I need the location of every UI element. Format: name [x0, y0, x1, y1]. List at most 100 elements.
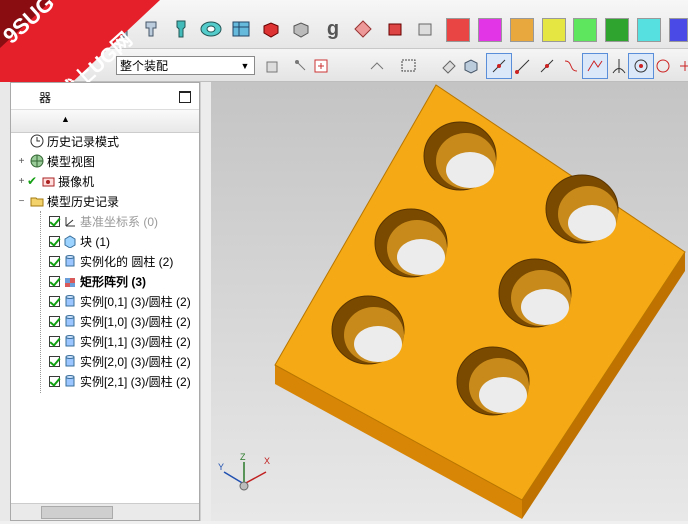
tree-row-content: 块 (1) — [49, 233, 110, 250]
clock-icon — [30, 134, 44, 148]
tree-row-content: 实例[2,1] (3)/圆柱 (2) — [49, 373, 191, 390]
line-icon[interactable] — [510, 53, 536, 79]
cube-icon[interactable] — [458, 53, 484, 79]
cylinder-icon — [63, 374, 77, 388]
point-snap-icon[interactable] — [486, 53, 512, 79]
tree-row-label: 模型历史记录 — [47, 194, 120, 209]
tree-row[interactable]: + 模型视图 — [11, 151, 199, 171]
expand-icon[interactable]: + — [17, 156, 26, 167]
visibility-checkbox[interactable] — [49, 215, 60, 227]
chevron-down-icon[interactable]: ▼ — [238, 57, 252, 74]
hole[interactable] — [374, 208, 448, 278]
tree-row-label: 实例化的 圆柱 (2) — [80, 254, 174, 269]
tree-row-label: 历史记录模式 — [47, 134, 120, 149]
tree-row-content: 实例[0,1] (3)/圆柱 (2) — [49, 293, 191, 310]
pocket-icon[interactable] — [168, 16, 194, 42]
hole[interactable] — [331, 295, 405, 365]
expand-icon[interactable]: + — [17, 176, 26, 187]
triad-y-label: Y — [218, 462, 224, 472]
selection-point-icon[interactable] — [308, 53, 334, 79]
groove-icon[interactable] — [198, 16, 224, 42]
rect-array-icon — [63, 274, 77, 288]
tree-row-label: 实例[1,0] (3)/圆柱 (2) — [80, 314, 191, 329]
cylinder-icon — [63, 354, 77, 368]
visibility-checkbox[interactable] — [49, 315, 60, 327]
tree-row-label: 实例[1,1] (3)/圆柱 (2) — [80, 334, 191, 349]
hole[interactable] — [498, 258, 572, 328]
tree-row-label: 摄像机 — [58, 174, 95, 189]
g-icon[interactable]: g — [320, 16, 346, 42]
visibility-checkbox[interactable] — [49, 335, 60, 347]
tree-row-label: 实例[2,0] (3)/圆柱 (2) — [80, 354, 191, 369]
tree-row-label: 实例[0,1] (3)/圆柱 (2) — [80, 294, 191, 309]
visibility-checkbox[interactable] — [49, 355, 60, 367]
cylinder-icon — [63, 294, 77, 308]
color-swatch-orange[interactable] — [510, 18, 534, 42]
red-box-icon[interactable] — [382, 16, 408, 42]
triad-x-label: X — [264, 456, 270, 466]
color-swatch-magenta[interactable] — [478, 18, 502, 42]
intersection-icon[interactable] — [582, 53, 608, 79]
color-swatch-cyan[interactable] — [637, 18, 661, 42]
tree-row-label: 块 (1) — [80, 234, 111, 249]
link-icon[interactable] — [364, 53, 390, 79]
filter-icon[interactable] — [260, 53, 286, 79]
color-swatch-red[interactable] — [446, 18, 470, 42]
tree-row[interactable]: − 模型历史记录 — [11, 191, 199, 211]
horizontal-scrollbar[interactable] — [11, 503, 199, 520]
hole[interactable] — [456, 346, 530, 416]
cylinder-icon — [63, 314, 77, 328]
checkmark-icon: ✔ — [27, 174, 38, 188]
triad-z-label: Z — [240, 452, 246, 462]
transparent-box-icon[interactable] — [412, 16, 438, 42]
scrollbar-thumb[interactable] — [41, 506, 113, 519]
tree-row-content: 实例[1,1] (3)/圆柱 (2) — [49, 333, 191, 350]
datum-csys-icon — [63, 214, 77, 228]
midpoint-icon[interactable] — [534, 53, 560, 79]
camera-icon — [41, 174, 55, 188]
visibility-checkbox[interactable] — [49, 275, 60, 287]
hole[interactable] — [423, 121, 497, 191]
collapse-icon[interactable]: − — [17, 196, 26, 207]
block-icon — [63, 234, 77, 249]
tree-row-content: 历史记录模式 — [27, 133, 119, 150]
tree-row-content: 基准坐标系 (0) — [49, 213, 158, 230]
wireframe-icon[interactable] — [288, 16, 314, 42]
color-swatch-blue[interactable] — [669, 18, 688, 42]
navigator-title: 器 — [39, 91, 52, 105]
color-swatch-light-green[interactable] — [573, 18, 597, 42]
column-header-name[interactable]: ▲ — [11, 109, 199, 133]
color-swatch-green[interactable] — [605, 18, 629, 42]
color-swatch-yellow[interactable] — [542, 18, 566, 42]
cylinder-icon — [63, 254, 77, 268]
hole[interactable] — [545, 174, 619, 244]
navigator-header: 器 — [11, 83, 199, 109]
visibility-checkbox[interactable] — [49, 295, 60, 307]
folder-icon — [30, 194, 44, 208]
tree-row[interactable]: + ✔ 摄像机 — [11, 171, 199, 191]
tree-row[interactable]: 历史记录模式 — [11, 131, 199, 151]
tree-row-content: 矩形阵列 (3) — [49, 273, 146, 290]
graphics-window[interactable] — [211, 82, 688, 521]
tree-row-content: 实例[2,0] (3)/圆柱 (2) — [49, 353, 191, 370]
curve-icon[interactable] — [558, 53, 584, 79]
tree-row-label: 模型视图 — [47, 154, 96, 169]
tree-row-content: 模型历史记录 — [27, 193, 119, 210]
shaded-icon[interactable] — [258, 16, 284, 42]
visibility-checkbox[interactable] — [49, 235, 60, 247]
tree-row-content: 模型视图 — [27, 153, 95, 170]
part-navigator: 器 ▲ 历史记录模式 + 模型视图 + ✔ 摄像机 − 模型历史记录基准坐标系 (0) 块 (1… — [10, 82, 200, 521]
view-triad: X Y Z — [218, 452, 270, 491]
section-icon[interactable] — [350, 16, 376, 42]
tree-row-content: 实例[1,0] (3)/圆柱 (2) — [49, 313, 191, 330]
sort-ascending-icon: ▲ — [61, 114, 70, 124]
block-model[interactable] — [211, 82, 688, 521]
rectangle-select-icon[interactable] — [396, 53, 422, 79]
visibility-checkbox[interactable] — [49, 375, 60, 387]
maximize-icon[interactable] — [179, 91, 191, 103]
table-icon[interactable] — [228, 16, 254, 42]
tree-row-content: ✔ 摄像机 — [27, 173, 94, 190]
point-on-curve-icon[interactable] — [672, 53, 688, 79]
visibility-checkbox[interactable] — [49, 255, 60, 267]
tree-row-label: 实例[2,1] (3)/圆柱 (2) — [80, 374, 191, 389]
